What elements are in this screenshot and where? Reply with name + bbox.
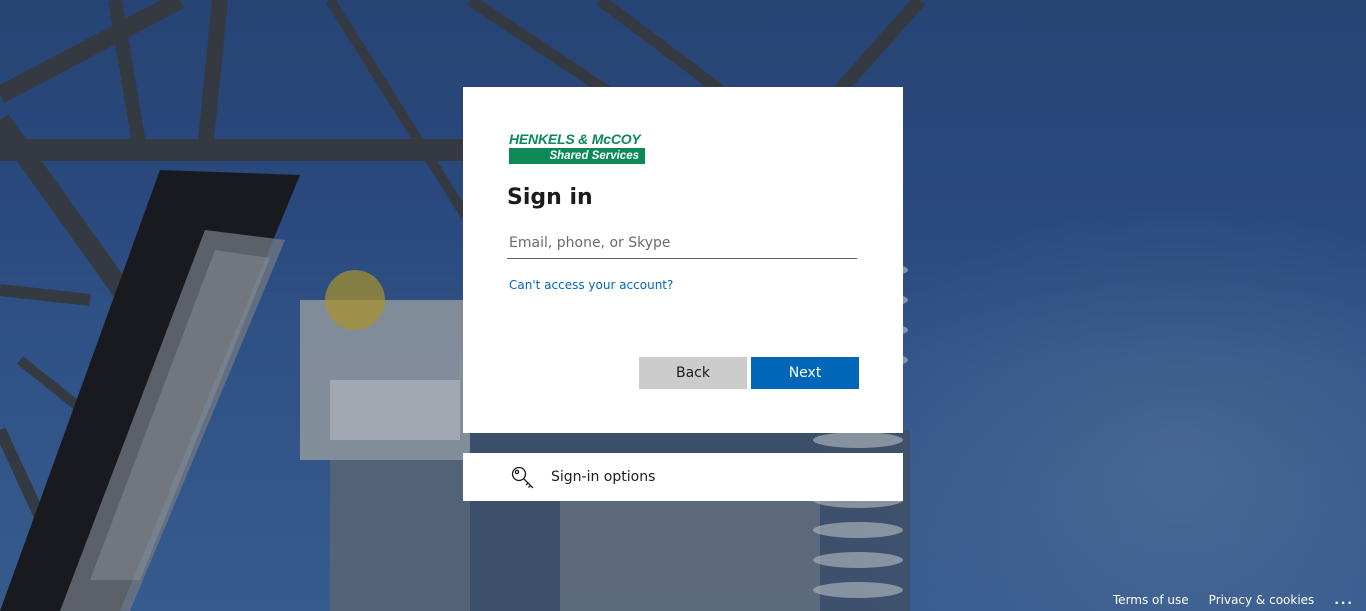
email-input[interactable] <box>507 227 857 259</box>
back-button[interactable]: Back <box>639 357 747 389</box>
logo-wordmark: HENKELS & McCOY <box>509 131 641 147</box>
logo-subtitle: Shared Services <box>549 150 639 162</box>
logo-bar: Shared Services <box>509 148 645 164</box>
signin-card: HENKELS & McCOY Shared Services Sign in … <box>463 87 903 433</box>
company-logo: HENKELS & McCOY Shared Services <box>509 131 645 165</box>
cant-access-account-link[interactable]: Can't access your account? <box>509 277 673 293</box>
next-button[interactable]: Next <box>751 357 859 389</box>
page-title: Sign in <box>507 185 593 210</box>
key-icon <box>510 465 536 491</box>
more-options-icon[interactable]: ... <box>1334 593 1354 607</box>
signin-options-button[interactable]: Sign-in options <box>463 453 903 501</box>
privacy-cookies-link[interactable]: Privacy & cookies <box>1209 593 1315 607</box>
signin-options-label: Sign-in options <box>551 469 656 485</box>
terms-of-use-link[interactable]: Terms of use <box>1113 593 1189 607</box>
footer: Terms of use Privacy & cookies ... <box>1093 591 1354 609</box>
